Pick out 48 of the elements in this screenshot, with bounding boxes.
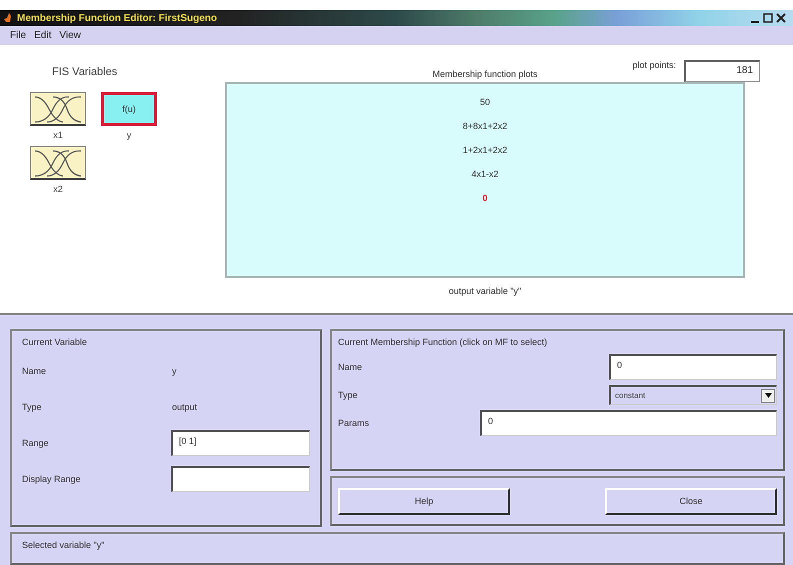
field-value: y	[172, 366, 176, 376]
input-variable-button[interactable]	[30, 146, 86, 180]
plot-points-field[interactable]: 181	[684, 60, 760, 82]
variable-label: x1	[53, 130, 63, 140]
close-button[interactable]	[775, 12, 787, 24]
panel-title: Current Variable	[22, 337, 88, 349]
plot-caption: output variable "y"	[448, 286, 522, 296]
output-variable-button[interactable]: f(u)	[101, 92, 157, 126]
membership-function-label[interactable]: 1+2x1+2x2	[462, 144, 508, 156]
minimize-icon	[751, 21, 759, 23]
field-label: Params	[338, 418, 370, 428]
field-label: Range	[22, 438, 50, 448]
maximize-button[interactable]	[762, 12, 774, 24]
field-label: plot points:	[632, 60, 676, 70]
field-value: output	[172, 402, 198, 412]
close-icon	[776, 12, 786, 24]
panel-title: Current Membership Function (click on MF to select)	[338, 337, 548, 349]
input-field[interactable]: [0 1]	[170, 430, 310, 456]
membership-curves-icon	[33, 94, 83, 122]
dropdown-arrow-icon	[764, 393, 772, 398]
field-label: Display Range	[22, 474, 82, 484]
status-text: Selected variable "y"	[22, 540, 106, 552]
field-label: Name	[338, 362, 364, 372]
menu-item[interactable]: Edit	[30, 30, 56, 41]
variable-label: x2	[53, 184, 63, 194]
app-icon	[4, 13, 13, 23]
membership-function-label[interactable]: 0	[482, 192, 488, 204]
membership-function-label[interactable]: 8+8x1+2x2	[462, 120, 508, 132]
variable-label: y	[126, 130, 132, 140]
membership-curves-icon	[33, 148, 83, 176]
dialog-button[interactable]: Help	[338, 488, 510, 514]
panel-title: FIS Variables	[52, 66, 118, 78]
window-title: Membership Function Editor: FirstSugeno	[17, 12, 217, 24]
field-label: Type	[22, 402, 43, 412]
plot-title: Membership function plots	[431, 69, 539, 81]
dialog-button[interactable]: Close	[605, 488, 777, 514]
menu-item[interactable]: View	[55, 30, 85, 41]
input-field[interactable]: 0	[480, 410, 777, 436]
input-variable-button[interactable]	[30, 92, 86, 126]
input-field[interactable]: 0	[609, 354, 777, 380]
maximize-icon	[763, 12, 773, 24]
membership-function-label[interactable]: 4x1-x2	[471, 168, 498, 180]
field-label: Type	[338, 390, 359, 400]
input-field[interactable]	[170, 466, 310, 492]
dropdown[interactable]: constant	[609, 385, 777, 405]
menu-item[interactable]: File	[6, 30, 30, 41]
field-label: Name	[22, 366, 48, 376]
membership-function-label[interactable]: 50	[480, 96, 490, 108]
